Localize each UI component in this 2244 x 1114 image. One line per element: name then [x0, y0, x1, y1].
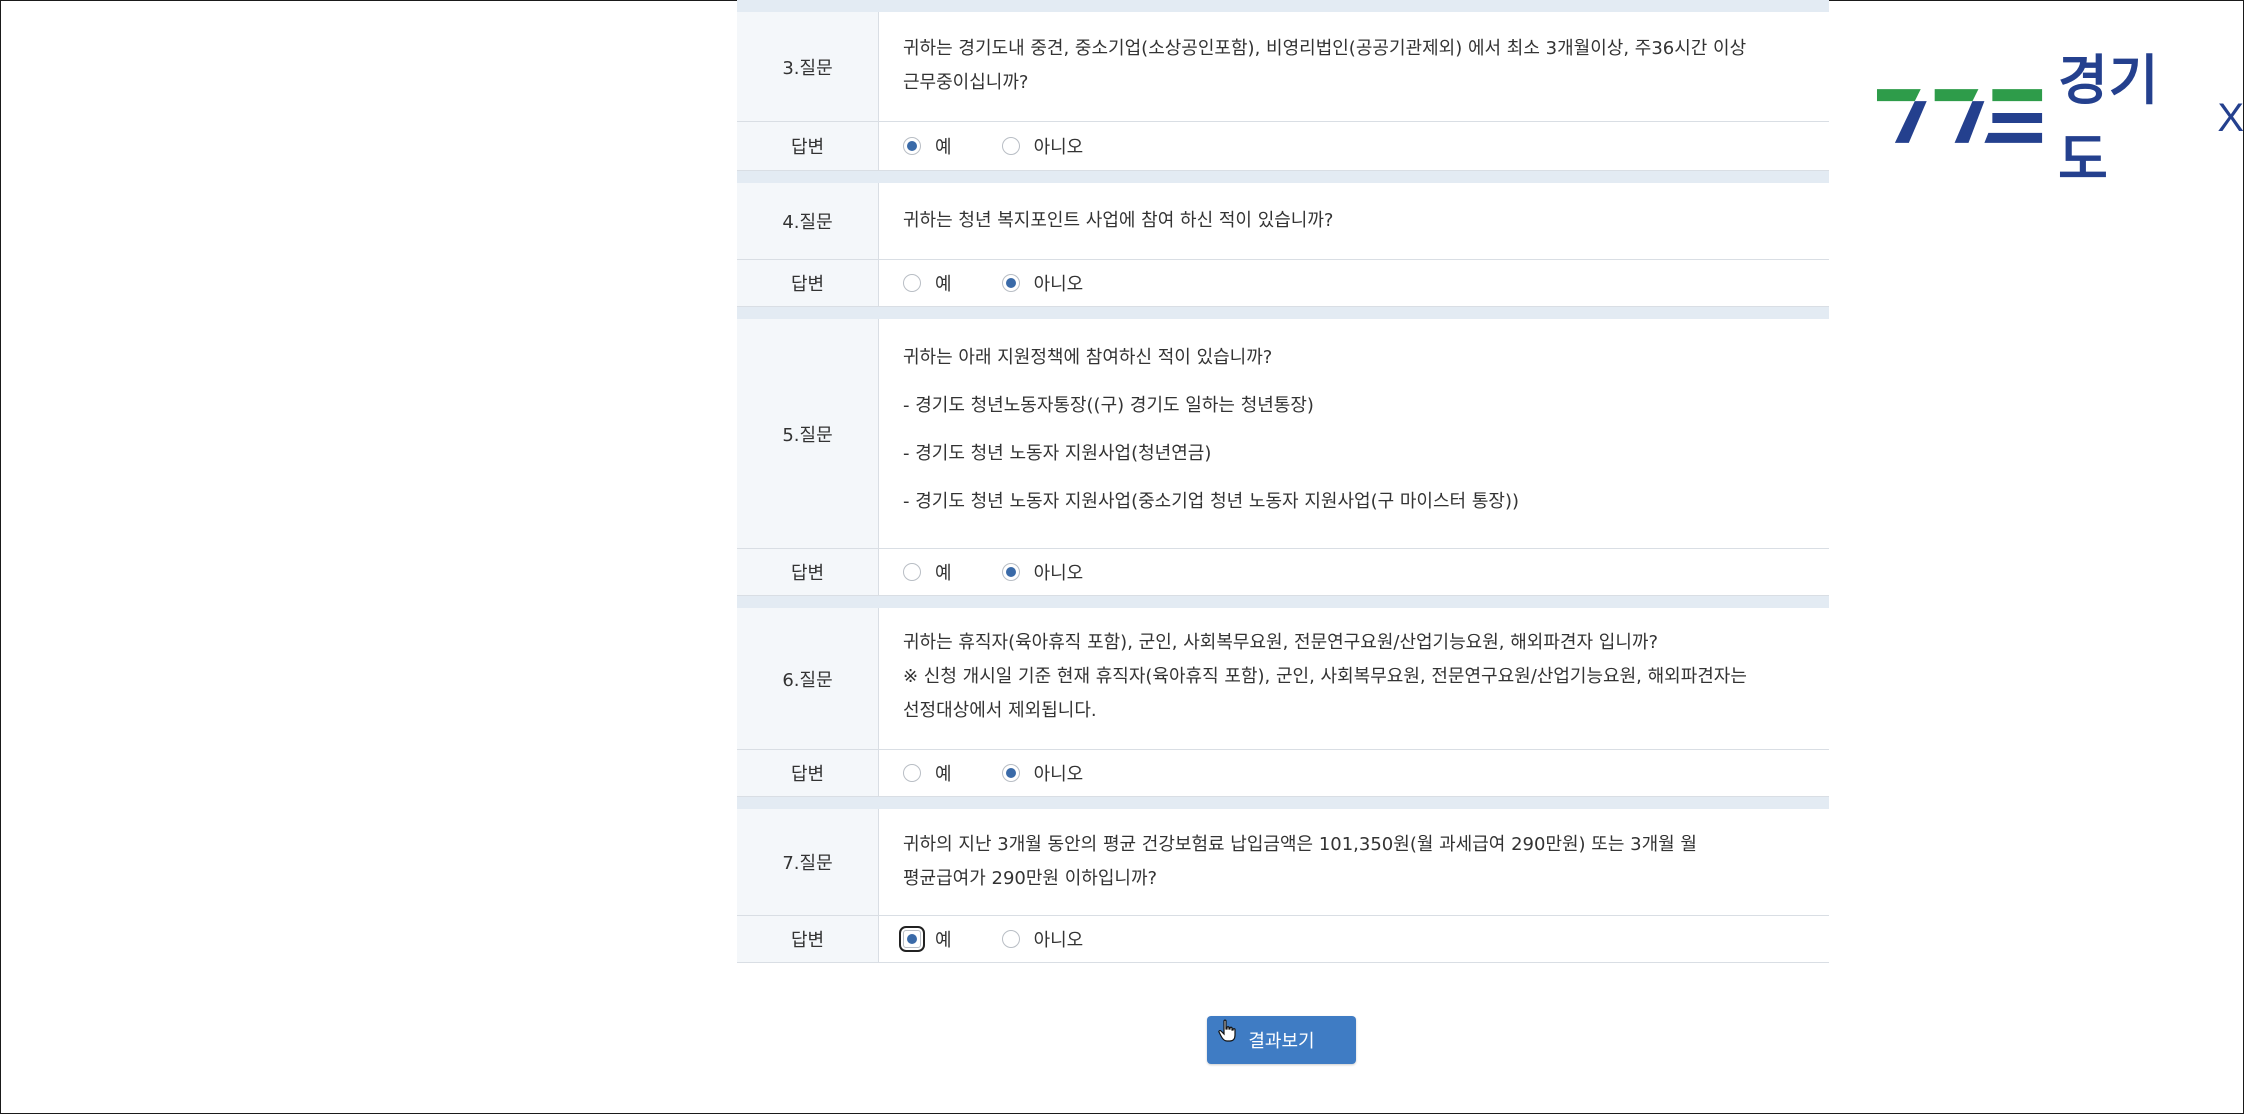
question-label: 6.질문 — [737, 608, 879, 749]
q7-yes-option[interactable]: 예 — [899, 926, 952, 952]
answer-label: 답변 — [737, 260, 879, 306]
question-text-line: - 경기도 청년 노동자 지원사업(중소기업 청년 노동자 지원사업(구 마이스… — [903, 491, 1519, 512]
q4-yes-option[interactable]: 예 — [903, 270, 952, 296]
radio-button[interactable] — [903, 137, 921, 155]
option-label: 아니오 — [1033, 930, 1084, 951]
radio-button[interactable] — [903, 764, 921, 782]
question-text-line: 평균급여가 290만원 이하입니까? — [903, 868, 1158, 889]
answer-row-7: 답변 예 아니오 — [737, 916, 1829, 963]
answer-label: 답변 — [737, 549, 879, 595]
q4-no-option[interactable]: 아니오 — [1001, 270, 1084, 296]
question-label: 7.질문 — [737, 809, 879, 915]
radio-button[interactable] — [1001, 764, 1020, 782]
option-label: 예 — [935, 764, 952, 785]
question-row-4: 4.질문 귀하는 청년 복지포인트 사업에 참여 하신 적이 있습니까? — [737, 183, 1829, 260]
q3-no-option[interactable]: 아니오 — [1001, 133, 1084, 159]
question-row-7: 7.질문 귀하의 지난 3개월 동안의 평균 건강보험료 납입금액은 101,3… — [737, 809, 1829, 916]
question-text-line: - 경기도 청년 노동자 지원사업(청년연금) — [903, 443, 1212, 464]
option-label: 예 — [935, 137, 952, 158]
gyeonggi-emblem-icon — [1876, 89, 2043, 143]
option-label: 아니오 — [1033, 137, 1084, 158]
question-row-5: 5.질문 귀하는 아래 지원정책에 참여하신 적이 있습니까? - 경기도 청년… — [737, 319, 1829, 549]
q3-yes-option[interactable]: 예 — [903, 133, 952, 159]
option-label: 예 — [935, 930, 952, 951]
question-text-line: 귀하는 경기도내 중견, 중소기업(소상공인포함), 비영리법인(공공기관제외)… — [903, 38, 1747, 59]
section-separator — [737, 307, 1829, 319]
section-separator — [737, 797, 1829, 809]
logo-text: 경기도 — [2058, 51, 2160, 190]
question-text-line: 귀하는 휴직자(육아휴직 포함), 군인, 사회복무요원, 전문연구요원/산업기… — [903, 632, 1658, 653]
question-label: 3.질문 — [737, 12, 879, 121]
answer-row-4: 답변 예 아니오 — [737, 260, 1829, 307]
logo-suffix: X — [2217, 95, 2244, 140]
gyeonggi-logo: 경기도 X — [1875, 36, 2244, 194]
q5-yes-option[interactable]: 예 — [903, 559, 952, 585]
question-text-line: 귀하는 아래 지원정책에 참여하신 적이 있습니까? — [903, 347, 1273, 368]
question-label: 5.질문 — [737, 319, 879, 548]
hand-cursor-icon — [1218, 1019, 1238, 1047]
radio-button[interactable] — [899, 926, 925, 952]
option-label: 아니오 — [1033, 764, 1084, 785]
question-text-line: ※ 신청 개시일 기준 현재 휴직자(육아휴직 포함), 군인, 사회복무요원,… — [903, 666, 1747, 687]
option-label: 예 — [935, 563, 952, 584]
answer-label: 답변 — [737, 750, 879, 796]
question-text-line: 선정대상에서 제외됩니다. — [903, 700, 1097, 721]
question-text-line: 귀하의 지난 3개월 동안의 평균 건강보험료 납입금액은 101,350원(월… — [903, 834, 1697, 855]
answer-label: 답변 — [737, 122, 879, 170]
radio-button[interactable] — [903, 274, 921, 292]
q6-yes-option[interactable]: 예 — [903, 760, 952, 786]
question-row-3: 3.질문 귀하는 경기도내 중견, 중소기업(소상공인포함), 비영리법인(공공… — [737, 12, 1829, 122]
option-label: 예 — [935, 274, 952, 295]
answer-label: 답변 — [737, 916, 879, 962]
question-row-6: 6.질문 귀하는 휴직자(육아휴직 포함), 군인, 사회복무요원, 전문연구요… — [737, 608, 1829, 750]
question-text-line: - 경기도 청년노동자통장((구) 경기도 일하는 청년통장) — [903, 395, 1314, 416]
section-separator — [737, 171, 1829, 183]
answer-row-5: 답변 예 아니오 — [737, 549, 1829, 596]
q7-no-option[interactable]: 아니오 — [1001, 926, 1084, 952]
radio-button[interactable] — [1001, 563, 1020, 581]
radio-button[interactable] — [903, 563, 921, 581]
survey-table: 3.질문 귀하는 경기도내 중견, 중소기업(소상공인포함), 비영리법인(공공… — [737, 0, 1829, 963]
answer-row-6: 답변 예 아니오 — [737, 750, 1829, 797]
radio-button[interactable] — [1001, 930, 1020, 948]
question-label: 4.질문 — [737, 183, 879, 259]
radio-button[interactable] — [1001, 274, 1020, 292]
answer-row-3: 답변 예 아니오 — [737, 122, 1829, 171]
q6-no-option[interactable]: 아니오 — [1001, 760, 1084, 786]
radio-button[interactable] — [1001, 137, 1020, 155]
question-text-line: 근무중이십니까? — [903, 72, 1029, 93]
section-separator — [737, 0, 1829, 12]
question-text-line: 귀하는 청년 복지포인트 사업에 참여 하신 적이 있습니까? — [903, 210, 1334, 231]
option-label: 아니오 — [1033, 563, 1084, 584]
option-label: 아니오 — [1033, 274, 1084, 295]
q5-no-option[interactable]: 아니오 — [1001, 559, 1084, 585]
section-separator — [737, 596, 1829, 608]
